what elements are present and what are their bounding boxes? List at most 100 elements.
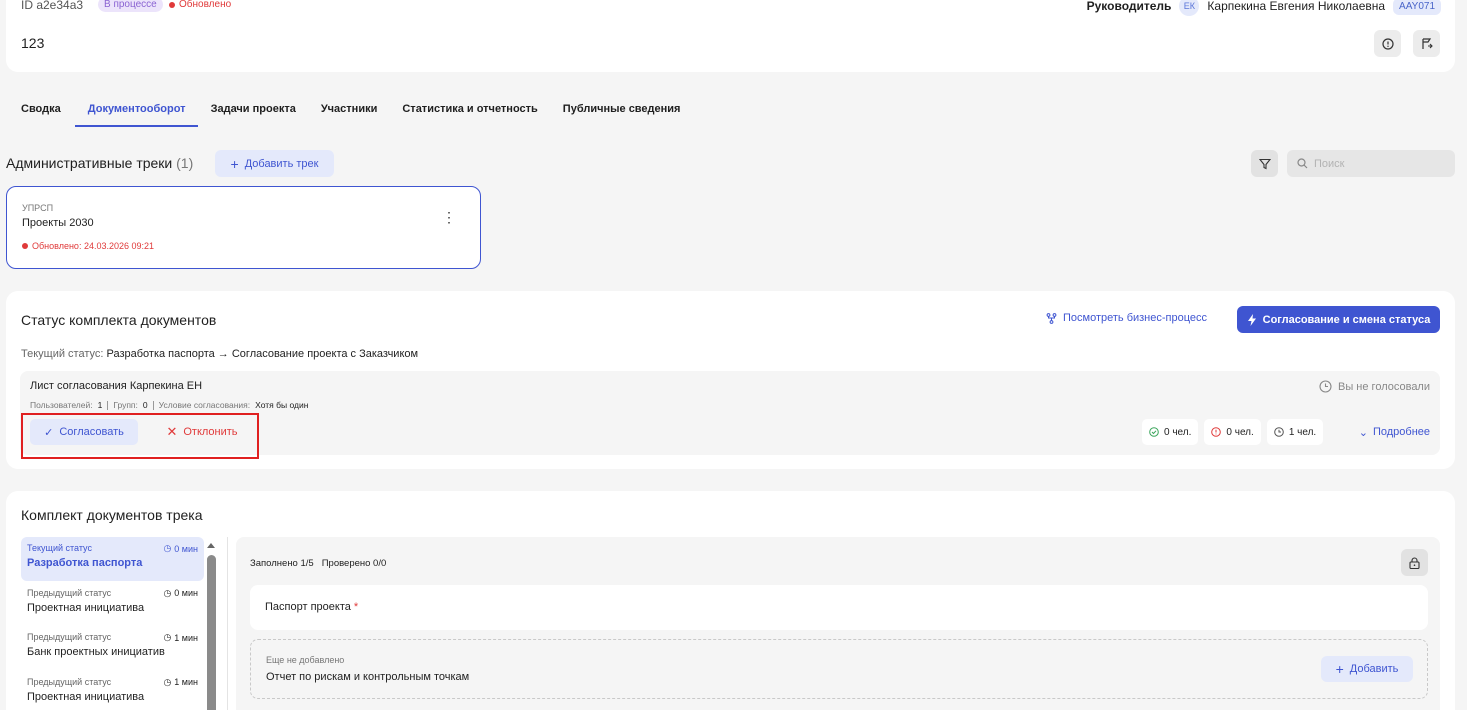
current-status-value: Разработка паспорта → Согласование проек… <box>106 348 419 360</box>
business-process-link[interactable]: Посмотреть бизнес-процесс <box>1046 312 1207 324</box>
flag-button[interactable] <box>1413 30 1440 57</box>
status-item-name: Банк проектных инициатив <box>27 646 165 658</box>
rejected-count: 0 чел. <box>1204 419 1261 445</box>
add-document-label: Добавить <box>1349 663 1399 675</box>
status-item-time-text: 0 мин <box>174 588 198 598</box>
info-icon <box>1381 37 1394 50</box>
tab-participants[interactable]: Участники <box>321 103 378 127</box>
status-item-time-text: 1 мин <box>174 632 198 643</box>
condition-value: Хотя бы один <box>255 400 309 410</box>
status-item-name: Разработка паспорта <box>27 557 143 569</box>
clock-icon: ◷ <box>163 543 172 553</box>
scrollbar-thumb[interactable] <box>207 555 216 710</box>
status-item-time: ◷ 0 мин <box>163 543 198 554</box>
clock-icon: ◷ <box>163 676 172 687</box>
filter-icon <box>1258 158 1271 169</box>
manager-code-badge: AAY071 <box>1393 0 1441 15</box>
approve-and-change-status-button[interactable]: Согласование и смена статуса <box>1237 306 1440 333</box>
status-item[interactable]: Предыдущий статус Проектная инициатива ◷… <box>21 582 204 626</box>
avatar: ЕК <box>1179 0 1200 16</box>
vote-status: Вы не голосовали <box>1319 380 1430 393</box>
search-icon <box>1297 158 1308 169</box>
updated-dot-icon <box>169 1 175 8</box>
details-link[interactable]: ⌄ Подробнее <box>1359 419 1430 445</box>
document-title: Отчет по рискам и контрольным точкам <box>266 671 470 683</box>
documents-panel: Заполнено 1/5 Проверено 0/0 Паспорт прое… <box>236 537 1440 710</box>
status-item-time: ◷ 1 мин <box>163 677 198 688</box>
status-badge: В процессе <box>98 0 163 12</box>
users-label: Пользователей: <box>30 400 93 410</box>
admin-tracks-count: (1) <box>176 155 194 171</box>
add-track-label: Добавить трек <box>244 157 319 170</box>
track-code: УПРСП <box>22 203 54 213</box>
tab-public-info[interactable]: Публичные сведения <box>563 103 681 127</box>
document-row[interactable]: Паспорт проекта * <box>250 585 1428 630</box>
groups-label: Групп: <box>113 400 138 410</box>
updated-indicator: Обновлено <box>169 0 231 10</box>
rejected-count-text: 0 чел. <box>1226 426 1254 438</box>
clock-icon: ◷ <box>163 632 172 642</box>
current-status: Текущий статус: Разработка паспорта → Со… <box>21 348 418 360</box>
updated-text: Обновлено <box>179 0 232 10</box>
search-box[interactable] <box>1287 150 1455 177</box>
workflow-icon <box>1046 312 1057 324</box>
fill-stats: Заполнено 1/5 Проверено 0/0 <box>250 558 386 569</box>
vote-counts: 0 чел. 0 чел. 1 чел. <box>1142 419 1324 445</box>
track-updated-text: Обновлено: 24.03.2026 09:21 <box>32 241 155 251</box>
approved-count: 0 чел. <box>1142 419 1199 445</box>
updated-dot-icon <box>22 243 28 249</box>
track-updated: Обновлено: 24.03.2026 09:21 <box>22 241 154 251</box>
project-id: ID a2e34a3 <box>21 0 84 12</box>
add-track-button[interactable]: + Добавить трек <box>215 150 334 177</box>
docs-section: Комплект документов трека Текущий статус… <box>6 491 1455 710</box>
current-status-label: Текущий статус: <box>21 348 104 360</box>
approval-meta: Пользователей: 1 Групп: 0 Условие согласов… <box>30 400 308 410</box>
scroll-up-arrow-icon[interactable] <box>206 541 216 549</box>
status-item[interactable]: Предыдущий статус Проектная инициатива ◷… <box>21 671 204 710</box>
chevron-down-icon: ⌄ <box>1358 426 1368 439</box>
tab-bar: Сводка Документооборот Задачи проекта Уч… <box>21 103 680 127</box>
status-history-list: Текущий статус Разработка паспорта ◷ 0 ми… <box>21 537 204 710</box>
scrollbar[interactable] <box>206 537 216 710</box>
search-input[interactable] <box>1314 157 1444 170</box>
tab-tasks[interactable]: Задачи проекта <box>211 103 296 127</box>
lock-icon <box>1409 556 1420 569</box>
status-item-time-text: 1 мин <box>174 677 198 687</box>
status-section-title: Статус комплекта документов <box>21 312 217 328</box>
project-title: 123 <box>21 35 45 51</box>
divider <box>227 537 228 710</box>
document-status: Еще не добавлено <box>266 655 345 665</box>
groups-count: 0 <box>142 400 148 410</box>
clock-icon: ◷ <box>163 587 172 598</box>
track-name: Проекты 2030 <box>22 217 94 229</box>
vote-status-text: Вы не голосовали <box>1338 380 1430 393</box>
project-header: ID a2e34a3 В процессе Обновлено 123 Руко… <box>6 0 1455 72</box>
status-item[interactable]: Текущий статус Разработка паспорта ◷ 0 ми… <box>21 537 204 581</box>
document-row-empty: Еще не добавлено Отчет по рискам и контр… <box>250 639 1428 699</box>
status-item-time: ◷ 1 мин <box>163 632 198 643</box>
manager-name[interactable]: Карпекина Евгения Николаевна <box>1207 0 1385 13</box>
check-circle-icon <box>1149 427 1159 437</box>
track-card[interactable]: УПРСП Проекты 2030 Обновлено: 24.03.2026… <box>6 186 481 269</box>
status-item[interactable]: Предыдущий статус Банк проектных инициат… <box>21 626 204 670</box>
tab-documents[interactable]: Документооборот <box>74 103 198 127</box>
lock-button[interactable] <box>1401 549 1428 576</box>
divider <box>107 400 109 410</box>
tab-statistics[interactable]: Статистика и отчетность <box>402 103 537 127</box>
filter-button[interactable] <box>1251 150 1278 177</box>
flag-arrow-icon <box>1421 37 1433 49</box>
alert-circle-icon <box>1211 427 1222 437</box>
admin-tracks-label: Административные треки <box>6 155 173 171</box>
clock-icon <box>1274 427 1284 437</box>
info-button[interactable] <box>1374 30 1401 57</box>
add-document-button[interactable]: + Добавить <box>1321 656 1413 682</box>
admin-tracks-title: Административные треки (1) <box>6 155 193 171</box>
more-vertical-icon[interactable]: ⋮ <box>442 209 456 226</box>
business-process-label: Посмотреть бизнес-процесс <box>1063 312 1208 324</box>
primary-button-label: Согласование и смена статуса <box>1262 313 1431 326</box>
document-title: Паспорт проекта <box>265 601 351 613</box>
pending-count-text: 1 чел. <box>1288 426 1317 438</box>
lightning-icon <box>1247 313 1256 326</box>
divider <box>152 400 154 410</box>
tab-summary[interactable]: Сводка <box>21 103 61 127</box>
